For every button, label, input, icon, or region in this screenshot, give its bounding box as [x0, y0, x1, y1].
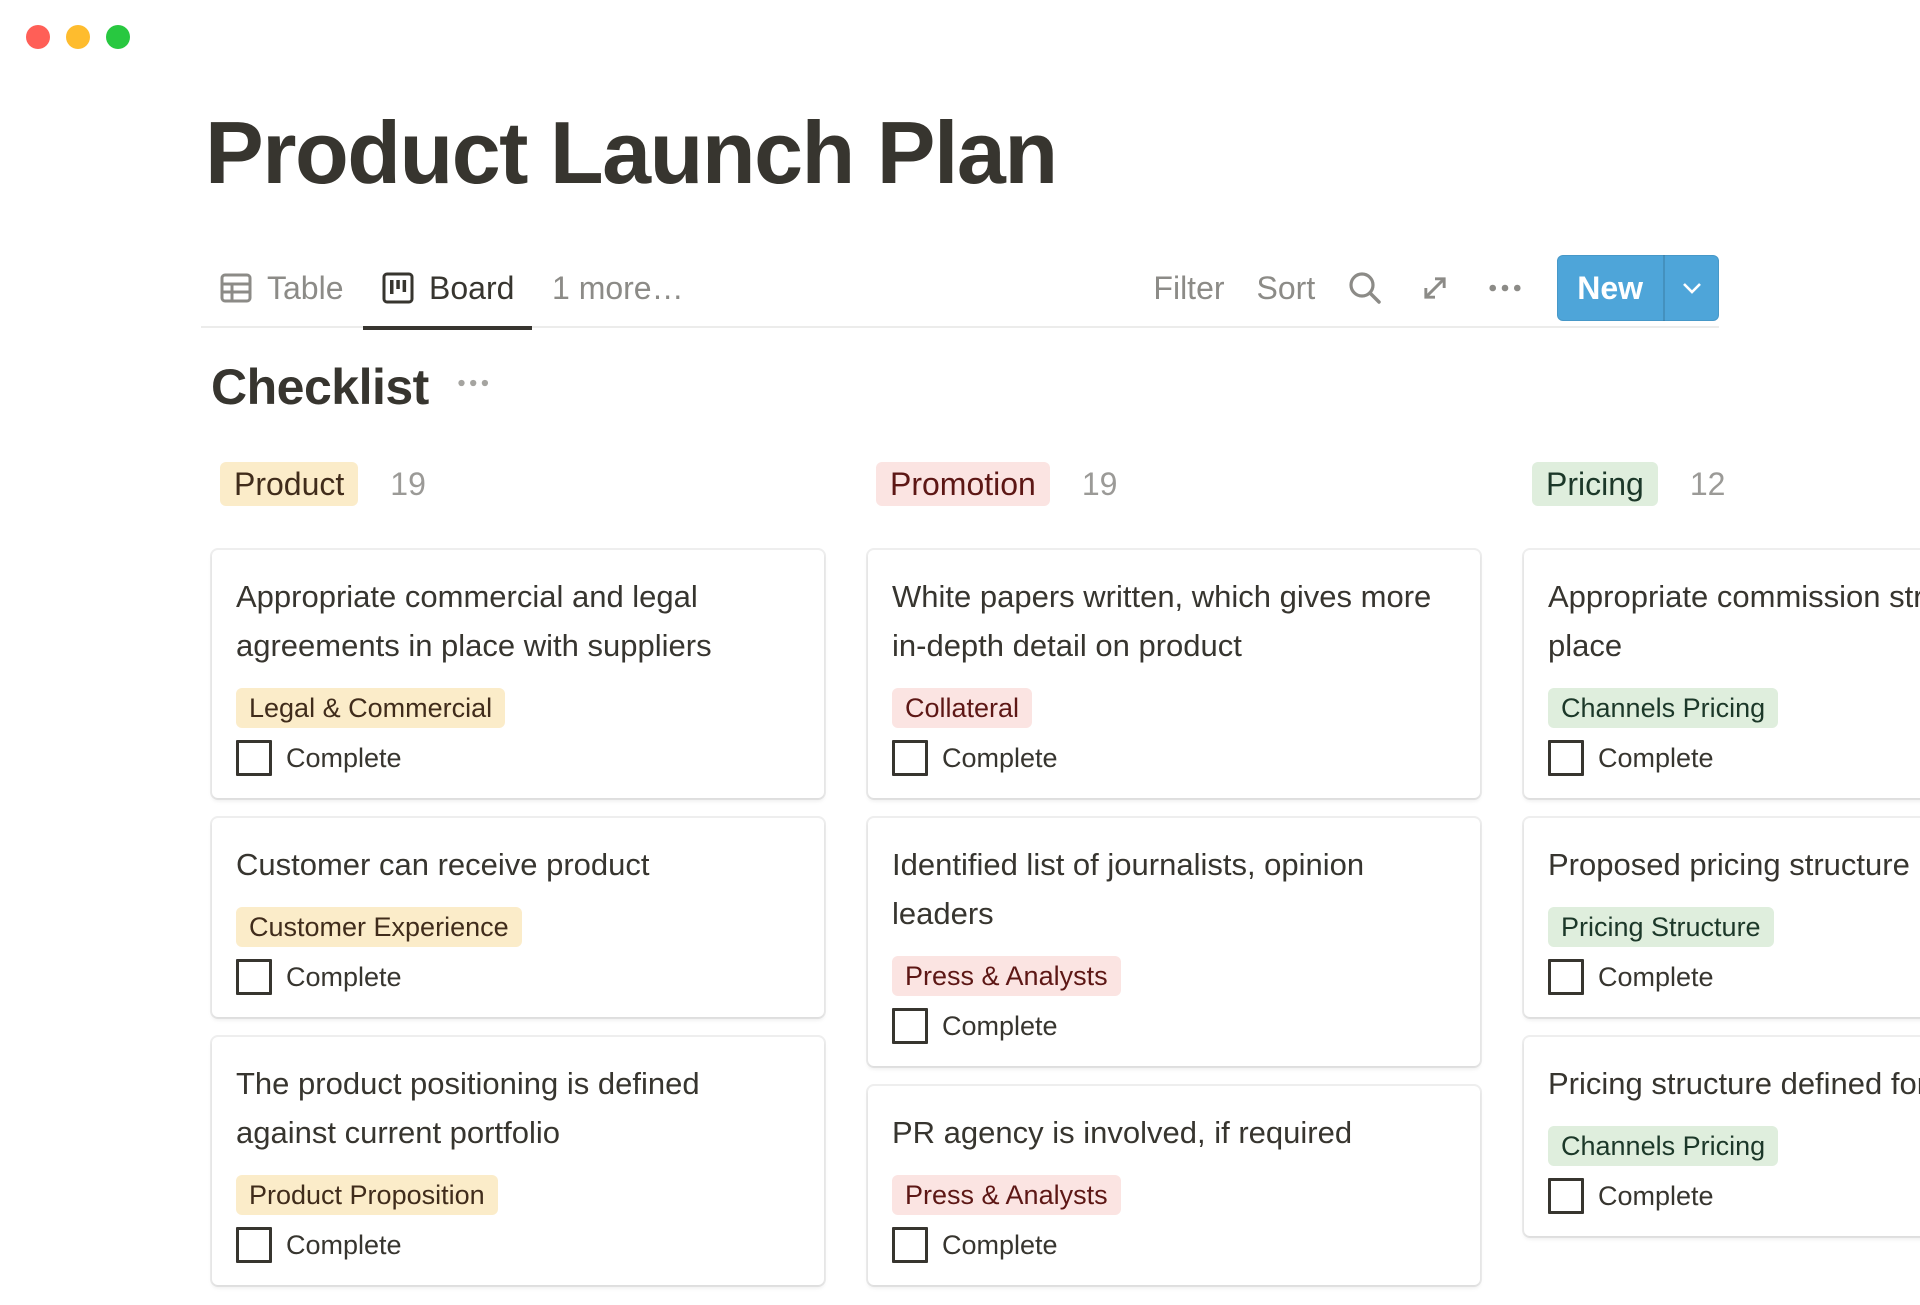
card-title: Pricing structure defined for channels — [1548, 1066, 1920, 1101]
board-card[interactable]: Proposed pricing structure Pricing Struct… — [1524, 818, 1920, 1017]
column-header: Promotion 19 — [868, 460, 1480, 508]
complete-checkbox[interactable] — [236, 959, 272, 995]
board-card[interactable]: Appropriate commission structure in plac… — [1524, 550, 1920, 798]
column-count: 19 — [1081, 465, 1118, 502]
card-tag: Channels Pricing — [1548, 688, 1779, 728]
column-header: Pricing 12 — [1524, 460, 1920, 508]
minimize-window-button[interactable] — [66, 25, 90, 49]
chevron-down-icon — [1683, 283, 1701, 294]
board-column: Product 19 Appropriate commercial and lega… — [212, 460, 824, 1305]
complete-checkbox[interactable] — [236, 1227, 272, 1263]
complete-label: Complete — [286, 742, 402, 773]
complete-label: Complete — [942, 1229, 1058, 1260]
new-button-group: New — [1557, 255, 1719, 321]
search-icon[interactable] — [1347, 270, 1383, 306]
tab-board[interactable]: Board — [363, 248, 533, 330]
column-group-label[interactable]: Pricing — [1532, 462, 1658, 506]
card-tag: Product Proposition — [236, 1175, 498, 1215]
tab-table[interactable]: Table — [219, 248, 344, 328]
table-icon — [219, 271, 253, 305]
card-tag: Press & Analysts — [892, 956, 1121, 996]
column-count: 12 — [1689, 465, 1726, 502]
sort-button[interactable]: Sort — [1257, 270, 1316, 307]
complete-label: Complete — [942, 742, 1058, 773]
complete-checkbox[interactable] — [1548, 1178, 1584, 1214]
complete-property: Complete — [892, 1225, 1456, 1265]
board-card[interactable]: Appropriate commercial and legal agreeme… — [212, 550, 824, 798]
window-controls — [26, 25, 130, 49]
page-title[interactable]: Product Launch Plan — [205, 104, 1058, 202]
tab-board-label: Board — [429, 269, 515, 306]
complete-label: Complete — [1598, 742, 1714, 773]
close-window-button[interactable] — [26, 25, 50, 49]
maximize-window-button[interactable] — [106, 25, 130, 49]
card-title: Appropriate commission structure in plac… — [1548, 579, 1920, 663]
complete-property: Complete — [236, 738, 800, 778]
complete-property: Complete — [236, 957, 800, 997]
board-card[interactable]: Identified list of journalists, opinion … — [868, 818, 1480, 1066]
tab-more-views[interactable]: 1 more… — [552, 248, 684, 328]
card-title: White papers written, which gives more i… — [892, 579, 1432, 663]
board-card[interactable]: White papers written, which gives more i… — [868, 550, 1480, 798]
card-title: Appropriate commercial and legal agreeme… — [236, 579, 712, 663]
card-title: Customer can receive product — [236, 847, 650, 882]
card-tag: Channels Pricing — [1548, 1126, 1779, 1166]
complete-property: Complete — [892, 1006, 1456, 1046]
card-tag: Legal & Commercial — [236, 688, 506, 728]
card-tag: Customer Experience — [236, 907, 522, 947]
complete-checkbox[interactable] — [892, 1227, 928, 1263]
card-tag: Pricing Structure — [1548, 907, 1774, 947]
complete-property: Complete — [236, 1225, 800, 1265]
card-title: Proposed pricing structure — [1548, 847, 1910, 882]
complete-checkbox[interactable] — [1548, 740, 1584, 776]
board-more-icon[interactable] — [457, 377, 497, 397]
complete-label: Complete — [286, 961, 402, 992]
tab-table-label: Table — [267, 269, 344, 306]
filter-button[interactable]: Filter — [1153, 270, 1224, 307]
board-card[interactable]: PR agency is involved, if required Press … — [868, 1086, 1480, 1285]
complete-label: Complete — [1598, 1180, 1714, 1211]
view-toolbar: Table Board 1 more… Filter Sort New — [201, 248, 1719, 330]
column-header: Product 19 — [212, 460, 824, 508]
complete-label: Complete — [1598, 961, 1714, 992]
card-title: PR agency is involved, if required — [892, 1115, 1353, 1150]
board-card[interactable]: Pricing structure defined for channels Ch… — [1524, 1037, 1920, 1236]
column-group-label[interactable]: Promotion — [876, 462, 1050, 506]
board-icon — [381, 271, 415, 305]
complete-checkbox[interactable] — [892, 740, 928, 776]
complete-property: Complete — [892, 738, 1456, 778]
column-count: 19 — [390, 465, 426, 502]
board-card[interactable]: Customer can receive product Customer Exp… — [212, 818, 824, 1017]
board-title[interactable]: Checklist — [211, 358, 429, 416]
board-header: Checklist — [211, 358, 497, 416]
more-horizontal-icon[interactable] — [1487, 270, 1523, 306]
board-card[interactable]: The product positioning is defined again… — [212, 1037, 824, 1285]
complete-label: Complete — [942, 1010, 1058, 1041]
complete-label: Complete — [286, 1229, 402, 1260]
complete-property: Complete — [1548, 1176, 1920, 1216]
complete-checkbox[interactable] — [892, 1008, 928, 1044]
complete-property: Complete — [1548, 957, 1920, 997]
card-title: The product positioning is defined again… — [236, 1066, 700, 1150]
complete-property: Complete — [1548, 738, 1920, 778]
complete-checkbox[interactable] — [1548, 959, 1584, 995]
view-tools: Filter Sort New — [1153, 248, 1719, 328]
card-tag: Collateral — [892, 688, 1033, 728]
card-tag: Press & Analysts — [892, 1175, 1121, 1215]
new-options-button[interactable] — [1663, 255, 1719, 321]
board-column: Promotion 19 White papers written, which g… — [868, 460, 1480, 1305]
expand-icon[interactable] — [1417, 270, 1453, 306]
new-button[interactable]: New — [1557, 255, 1663, 321]
complete-checkbox[interactable] — [236, 740, 272, 776]
card-title: Identified list of journalists, opinion … — [892, 847, 1365, 931]
board-column: Pricing 12 Appropriate commission structur… — [1524, 460, 1920, 1256]
column-group-label[interactable]: Product — [220, 462, 359, 506]
